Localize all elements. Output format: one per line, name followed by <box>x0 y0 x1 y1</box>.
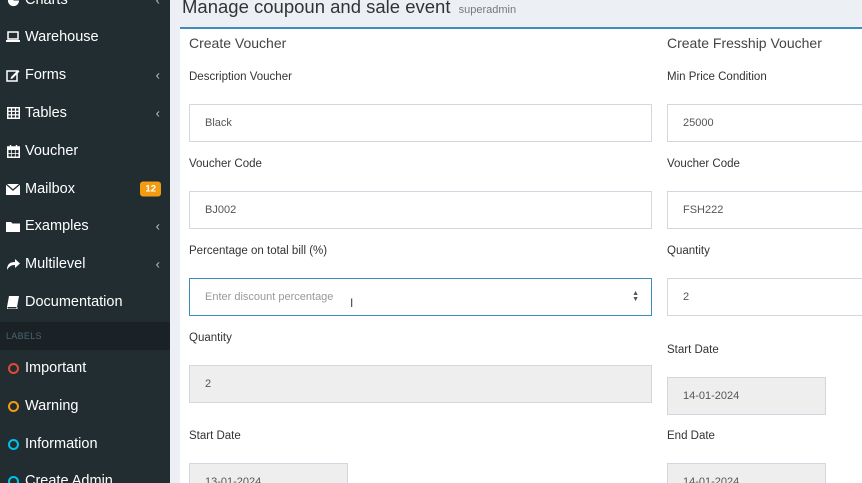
number-spinner-icon[interactable]: ▲ ▼ <box>632 290 639 303</box>
freeship-quantity-input[interactable]: 2 <box>667 278 862 316</box>
main-content: Manage coupoun and sale event superadmin… <box>170 0 862 483</box>
freeship-code-input[interactable]: FSH222 <box>667 191 862 229</box>
input-value: BJ002 <box>205 204 237 216</box>
input-value: 2 <box>205 378 212 390</box>
sidebar-item-label: Forms <box>25 67 67 83</box>
sidebar-item-mailbox[interactable]: Mailbox 12 <box>0 170 170 208</box>
chevron-left-icon: ‹ <box>155 0 160 8</box>
sidebar: Charts ‹ Warehouse Forms ‹ Tables ‹ Vouc… <box>0 0 170 483</box>
sidebar-item-examples[interactable]: Examples ‹ <box>0 207 170 245</box>
sidebar-item-warehouse[interactable]: Warehouse <box>0 18 170 56</box>
percentage-label: Percentage on total bill (%) <box>189 245 328 257</box>
percentage-input[interactable]: Enter discount percentage ▲ ▼ <box>189 278 652 316</box>
freeship-end-date-input[interactable]: 14-01-2024 <box>667 463 826 483</box>
description-voucher-input[interactable]: Black <box>189 104 652 142</box>
min-price-input[interactable]: 25000 <box>667 104 862 142</box>
folder-icon <box>6 219 20 233</box>
sidebar-label-warning[interactable]: Warning <box>0 387 170 425</box>
sidebar-item-voucher[interactable]: Voucher <box>0 132 170 170</box>
sidebar-item-label: Voucher <box>25 143 79 159</box>
input-value: 14-01-2024 <box>683 476 740 483</box>
laptop-icon <box>6 30 20 44</box>
calendar-icon <box>6 144 20 158</box>
sidebar-item-label: Documentation <box>25 294 123 310</box>
sidebar-item-tables[interactable]: Tables ‹ <box>0 94 170 132</box>
sidebar-label-important[interactable]: Important <box>0 349 170 387</box>
chevron-left-icon: ‹ <box>155 105 160 121</box>
sidebar-item-label: Create Admin <box>25 473 113 483</box>
voucher-code-input[interactable]: BJ002 <box>189 191 652 229</box>
sidebar-item-label: Tables <box>25 105 67 121</box>
chevron-left-icon: ‹ <box>155 67 160 83</box>
sidebar-item-label: Information <box>25 436 98 452</box>
page-title: Manage coupoun and sale event superadmin <box>182 0 516 18</box>
sidebar-item-label: Mailbox <box>25 181 75 197</box>
chevron-left-icon: ‹ <box>155 256 160 272</box>
page-subtitle: superadmin <box>458 4 517 16</box>
edit-icon <box>6 68 20 82</box>
min-price-label: Min Price Condition <box>667 71 767 83</box>
input-value: 25000 <box>683 117 714 129</box>
quantity-input[interactable]: 2 <box>189 365 652 403</box>
sidebar-item-label: Warning <box>25 398 79 414</box>
input-value: 14-01-2024 <box>683 390 740 402</box>
input-value: FSH222 <box>683 204 724 216</box>
input-value: 13-01-2024 <box>205 476 262 483</box>
sidebar-item-forms[interactable]: Forms ‹ <box>0 56 170 94</box>
circle-icon <box>6 361 20 375</box>
sidebar-item-multilevel[interactable]: Multilevel ‹ <box>0 245 170 283</box>
sidebar-item-label: Warehouse <box>25 29 99 45</box>
start-date-input[interactable]: 13-01-2024 <box>189 463 348 483</box>
sidebar-label-information[interactable]: Information <box>0 425 170 463</box>
quantity-label: Quantity <box>189 332 232 344</box>
envelope-icon <box>6 182 20 196</box>
sidebar-item-label: Important <box>25 360 87 376</box>
freeship-start-date-input[interactable]: 14-01-2024 <box>667 377 826 415</box>
sidebar-item-documentation[interactable]: Documentation <box>0 283 170 321</box>
labels-header: LABELS <box>0 322 170 350</box>
page-title-text: Manage coupoun and sale event <box>182 0 451 17</box>
voucher-code-label: Voucher Code <box>189 158 262 170</box>
input-value: 2 <box>683 291 690 303</box>
create-voucher-title: Create Voucher <box>189 35 287 51</box>
mailbox-count-badge: 12 <box>140 181 161 197</box>
input-placeholder: Enter discount percentage <box>205 291 334 303</box>
circle-icon <box>6 399 20 413</box>
create-freeship-title: Create Fresship Voucher <box>667 35 822 51</box>
start-date-label: Start Date <box>189 430 241 442</box>
circle-icon <box>6 437 20 451</box>
sidebar-item-label: Examples <box>25 218 89 234</box>
text-cursor-icon: I <box>350 296 354 310</box>
freeship-code-label: Voucher Code <box>667 158 740 170</box>
freeship-quantity-label: Quantity <box>667 245 710 257</box>
freeship-start-date-label: Start Date <box>667 344 719 356</box>
sidebar-item-charts[interactable]: Charts ‹ <box>0 0 170 19</box>
sidebar-item-label: Multilevel <box>25 256 86 272</box>
book-icon <box>6 295 20 309</box>
sidebar-item-label: Charts <box>25 0 68 8</box>
description-voucher-label: Description Voucher <box>189 71 292 83</box>
share-icon <box>6 257 20 271</box>
sidebar-label-create-admin[interactable]: Create Admin <box>0 462 170 483</box>
input-value: Black <box>205 117 232 129</box>
chart-pie-icon <box>6 0 20 7</box>
circle-icon <box>6 474 20 483</box>
table-icon <box>6 106 20 120</box>
freeship-end-date-label: End Date <box>667 430 715 442</box>
chevron-left-icon: ‹ <box>155 218 160 234</box>
